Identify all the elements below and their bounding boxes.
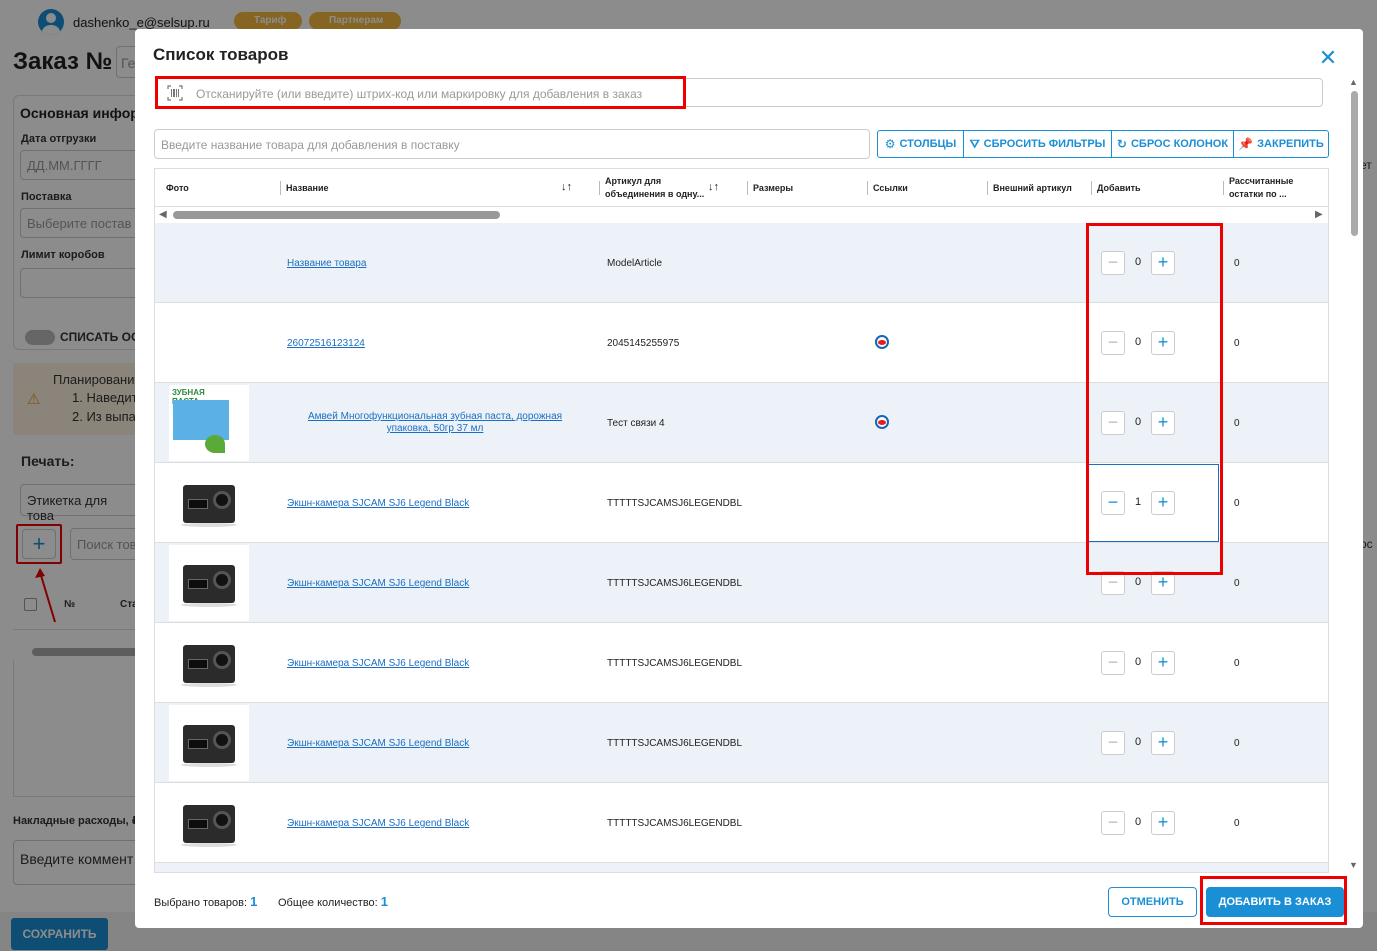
cancel-button[interactable]: ОТМЕНИТЬ	[1108, 887, 1197, 917]
add-column-highlight-frame	[1086, 223, 1223, 575]
product-article: ModelArticle	[607, 258, 663, 269]
sort-name-icon[interactable]: ↓↑	[561, 181, 572, 193]
stock-value: 0	[1234, 818, 1240, 829]
column-article[interactable]: Артикул для объединения в одну...	[599, 169, 710, 207]
camera-image	[183, 725, 235, 763]
selected-count: Выбрано товаров: 1	[154, 894, 258, 909]
stock-value: 0	[1234, 498, 1240, 509]
table-row[interactable]	[155, 863, 1328, 872]
decrement-button[interactable]: −	[1101, 651, 1125, 675]
column-links[interactable]: Ссылки	[867, 169, 908, 207]
camera-image	[183, 645, 235, 683]
camera-image	[183, 805, 235, 843]
modal-title: Список товаров	[153, 45, 289, 64]
grid-toolbar: ⚙ СТОЛБЦЫ ⛛ СБРОСИТЬ ФИЛЬТРЫ ↻ СБРОС КОЛ…	[877, 130, 1329, 158]
column-calculated-stock[interactable]: Рассчитанные остатки по ...	[1223, 169, 1309, 207]
filter-icon: ⛛	[969, 136, 980, 151]
table-row[interactable]: Экшн-камера SJCAM SJ6 Legend Black TTTTT…	[155, 703, 1328, 783]
product-name-link[interactable]: Экшн-камера SJCAM SJ6 Legend Black	[287, 738, 469, 749]
add-to-order-button[interactable]: ДОБАВИТЬ В ЗАКАЗ	[1206, 887, 1344, 917]
column-photo[interactable]: Фото	[166, 169, 189, 207]
grid-hscroll[interactable]: ◀ ▶	[155, 208, 1328, 222]
product-name-link[interactable]: Экшн-камера SJCAM SJ6 Legend Black	[287, 578, 469, 589]
decrement-button[interactable]: −	[1101, 811, 1125, 835]
product-photo	[169, 465, 249, 541]
reset-columns-button[interactable]: ↻ СБРОС КОЛОНОК	[1112, 131, 1234, 157]
marketplace-link-icon[interactable]	[875, 335, 889, 349]
pin-icon: 📌	[1238, 137, 1254, 151]
product-name-link[interactable]: 26072516123124	[287, 338, 365, 349]
column-add[interactable]: Добавить	[1091, 169, 1141, 207]
sort-article-icon[interactable]: ↓↑	[708, 181, 719, 193]
toothpaste-image: ЗУБНАЯ ПАСТА	[169, 385, 231, 461]
stock-value: 0	[1234, 338, 1240, 349]
table-row[interactable]: Экшн-камера SJCAM SJ6 Legend Black TTTTT…	[155, 623, 1328, 703]
column-sizes[interactable]: Размеры	[746, 169, 793, 207]
camera-image	[183, 485, 235, 523]
scan-highlight-frame	[155, 76, 686, 109]
product-article: Тест связи 4	[607, 418, 665, 429]
modal-vscroll[interactable]: ▲ ▼	[1348, 77, 1360, 872]
quantity-value: 0	[1134, 816, 1142, 828]
table-row[interactable]: Экшн-камера SJCAM SJ6 Legend Black TTTTT…	[155, 783, 1328, 863]
increment-button[interactable]: +	[1151, 731, 1175, 755]
camera-image	[183, 565, 235, 603]
product-photo	[169, 705, 249, 781]
quantity-stepper: − 0 +	[1101, 731, 1175, 755]
increment-button[interactable]: +	[1151, 811, 1175, 835]
product-name-link[interactable]: Экшн-камера SJCAM SJ6 Legend Black	[287, 818, 469, 829]
quantity-value: 0	[1134, 576, 1142, 588]
columns-button[interactable]: ⚙ СТОЛБЦЫ	[878, 131, 964, 157]
scroll-left-icon[interactable]: ◀	[159, 209, 167, 220]
quantity-value: 0	[1134, 736, 1142, 748]
stock-value: 0	[1234, 658, 1240, 669]
stock-value: 0	[1234, 738, 1240, 749]
product-photo: ЗУБНАЯ ПАСТА	[169, 385, 249, 461]
decrement-button[interactable]: −	[1101, 731, 1125, 755]
reset-icon: ↻	[1116, 137, 1127, 151]
stock-value: 0	[1234, 418, 1240, 429]
scroll-right-icon[interactable]: ▶	[1315, 209, 1323, 220]
column-external-article[interactable]: Внешний артикул	[987, 169, 1072, 207]
pin-button[interactable]: 📌 ЗАКРЕПИТЬ	[1234, 131, 1328, 157]
product-name-link[interactable]: Экшн-камера SJCAM SJ6 Legend Black	[287, 658, 469, 669]
quantity-value: 0	[1134, 656, 1142, 668]
reset-filters-button[interactable]: ⛛ СБРОСИТЬ ФИЛЬТРЫ	[964, 131, 1112, 157]
product-article: TTTTTSJCAMSJ6LEGENDBLACK	[607, 818, 742, 829]
product-photo	[169, 545, 249, 621]
marketplace-link-icon[interactable]	[875, 415, 889, 429]
grid-header: Фото Название ↓↑ Артикул для объединения…	[155, 169, 1328, 207]
scroll-up-icon[interactable]: ▲	[1349, 77, 1358, 87]
close-icon[interactable]: ✕	[1318, 47, 1338, 69]
quantity-stepper: − 0 +	[1101, 651, 1175, 675]
product-article: 2045145255975	[607, 338, 680, 349]
quantity-stepper: − 0 +	[1101, 811, 1175, 835]
product-article: TTTTTSJCAMSJ6LEGENDBLACK	[607, 498, 742, 509]
hscroll-thumb[interactable]	[173, 211, 500, 219]
gear-icon: ⚙	[884, 137, 896, 151]
product-name-link[interactable]: Амвей Многофункциональная зубная паста, …	[285, 411, 585, 435]
stock-value: 0	[1234, 578, 1240, 589]
stock-value: 0	[1234, 258, 1240, 269]
vscroll-thumb[interactable]	[1351, 91, 1358, 236]
product-photo	[169, 785, 249, 861]
product-name-link[interactable]: Экшн-камера SJCAM SJ6 Legend Black	[287, 498, 469, 509]
product-name-link[interactable]: Название товара	[287, 258, 366, 269]
product-photo	[169, 625, 249, 701]
product-list-modal: Список товаров ✕ Отсканируйте (или введи…	[135, 29, 1363, 928]
product-article: TTTTTSJCAMSJ6LEGENDBLACK	[607, 658, 742, 669]
scroll-down-icon[interactable]: ▼	[1349, 860, 1358, 870]
column-name[interactable]: Название	[279, 169, 328, 207]
product-name-search[interactable]: Введите название товара для добавления в…	[154, 129, 870, 159]
product-article: TTTTTSJCAMSJ6LEGENDBLACK	[607, 738, 742, 749]
increment-button[interactable]: +	[1151, 651, 1175, 675]
total-quantity: Общее количество: 1	[278, 894, 389, 909]
product-article: TTTTTSJCAMSJ6LEGENDBLACK	[607, 578, 742, 589]
